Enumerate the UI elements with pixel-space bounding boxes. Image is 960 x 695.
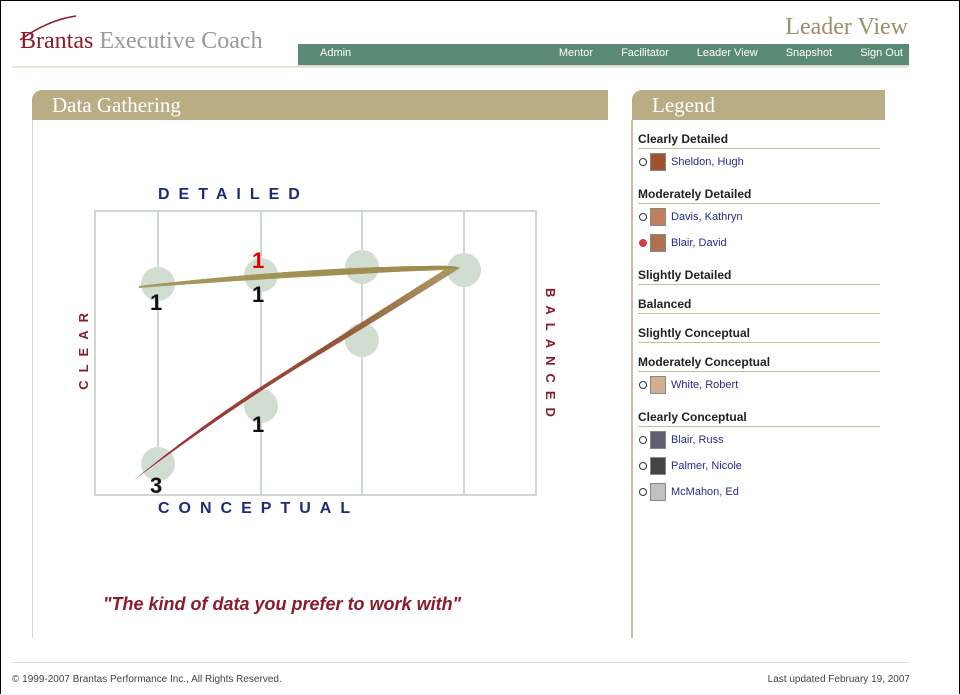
nav-admin[interactable]: Admin: [320, 47, 351, 59]
legend-category: Clearly Detailed: [638, 132, 880, 149]
legend-category: Clearly Conceptual: [638, 410, 880, 427]
avatar: [650, 483, 666, 501]
count-label: 1: [150, 290, 162, 315]
legend-person-name[interactable]: Davis, Kathryn: [671, 211, 743, 223]
panel-title: Data Gathering: [52, 93, 181, 117]
brand-logo[interactable]: Brantas Executive Coach: [20, 28, 263, 55]
avatar: [650, 208, 666, 226]
avatar: [650, 153, 666, 171]
legend-category: Slightly Detailed: [638, 268, 880, 285]
radio-icon[interactable]: [639, 462, 647, 470]
legend-person-name[interactable]: Sheldon, Hugh: [671, 156, 744, 168]
main-nav: Admin Mentor Facilitator Leader View Sna…: [298, 44, 909, 67]
legend-list: Clearly Detailed Sheldon, Hugh Moderately …: [638, 128, 880, 513]
avatar: [650, 457, 666, 475]
legend-spacer: [638, 343, 880, 351]
legend-person-name[interactable]: White, Robert: [671, 379, 738, 391]
nav-mentor[interactable]: Mentor: [559, 47, 593, 59]
logo-brand-word: Brantas: [20, 28, 94, 54]
legend-spacer: [638, 314, 880, 322]
radio-icon[interactable]: [639, 213, 647, 221]
footer-updated: Last updated February 19, 2007: [767, 674, 910, 685]
count-label: 1: [252, 412, 264, 437]
count-label: 3: [150, 473, 162, 496]
legend-person-name[interactable]: Palmer, Nicole: [671, 460, 742, 472]
axis-right-label: BALANCED: [543, 288, 558, 425]
footer-divider: [12, 662, 909, 663]
legend-category: Balanced: [638, 297, 880, 314]
chart-node: [345, 250, 379, 284]
nav-facilitator[interactable]: Facilitator: [621, 47, 669, 59]
legend-person-name[interactable]: Blair, Russ: [671, 434, 724, 446]
legend-spacer: [638, 256, 880, 264]
nav-snapshot[interactable]: Snapshot: [786, 47, 832, 59]
legend-person[interactable]: Blair, Russ: [638, 427, 880, 453]
header-divider: [12, 66, 909, 68]
panel-border: [32, 120, 33, 638]
nav-leader-view[interactable]: Leader View: [697, 47, 758, 59]
radio-icon[interactable]: [639, 158, 647, 166]
page-title: Leader View: [785, 14, 908, 40]
legend-spacer: [638, 505, 880, 513]
legend-person[interactable]: White, Robert: [638, 372, 880, 398]
radio-icon[interactable]: [639, 239, 647, 247]
nav-sign-out[interactable]: Sign Out: [860, 47, 903, 59]
logo-product-name: Executive Coach: [93, 28, 263, 54]
panel-header: Data Gathering: [32, 90, 608, 120]
footer-copyright: © 1999-2007 Brantas Performance Inc., Al…: [12, 674, 282, 685]
legend-person[interactable]: Blair, David: [638, 230, 880, 256]
legend-border: [631, 120, 633, 638]
panel-quote: "The kind of data you prefer to work wit…: [103, 594, 462, 614]
style-chart: 1 1 1 1 3: [94, 210, 537, 496]
avatar: [650, 431, 666, 449]
axis-left-label: CLEAR: [76, 305, 91, 390]
legend-spacer: [638, 175, 880, 183]
radio-icon[interactable]: [639, 436, 647, 444]
legend-person-name[interactable]: McMahon, Ed: [671, 486, 739, 498]
legend-category: Moderately Conceptual: [638, 355, 880, 372]
legend-spacer: [638, 285, 880, 293]
legend-title: Legend: [652, 93, 715, 117]
legend-spacer: [638, 398, 880, 406]
legend-person[interactable]: Sheldon, Hugh: [638, 149, 880, 175]
radio-icon[interactable]: [639, 381, 647, 389]
radio-icon[interactable]: [639, 488, 647, 496]
legend-person-name[interactable]: Blair, David: [671, 237, 727, 249]
legend-person[interactable]: Davis, Kathryn: [638, 204, 880, 230]
legend-person[interactable]: Palmer, Nicole: [638, 453, 880, 479]
axis-bottom-label: CONCEPTUAL: [158, 500, 360, 517]
legend-person[interactable]: McMahon, Ed: [638, 479, 880, 505]
count-label-highlight: 1: [252, 248, 264, 273]
nav-links: Mentor Facilitator Leader View Snapshot …: [531, 47, 903, 59]
avatar: [650, 234, 666, 252]
count-label: 1: [252, 282, 264, 307]
axis-top-label: DETAILED: [158, 186, 309, 203]
legend-category: Slightly Conceptual: [638, 326, 880, 343]
avatar: [650, 376, 666, 394]
legend-header: Legend: [632, 90, 885, 120]
legend-category: Moderately Detailed: [638, 187, 880, 204]
